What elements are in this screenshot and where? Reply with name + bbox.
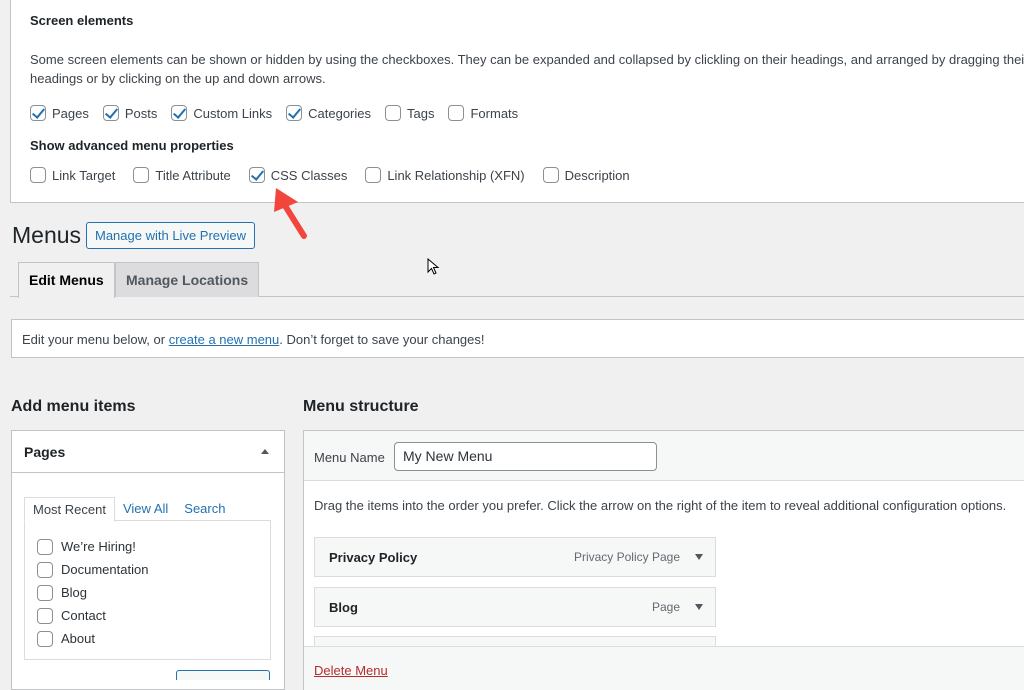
advanced-properties-checkboxes: Link Target Title Attribute CSS Classes … (30, 167, 644, 183)
checkbox-title-attribute[interactable]: Title Attribute (133, 167, 231, 183)
menu-item-type: Page (651, 600, 680, 614)
checkbox-label: Title Attribute (155, 167, 231, 183)
tab-edit-menus[interactable]: Edit Menus (18, 262, 115, 298)
list-item[interactable]: Blog (25, 581, 270, 604)
collapse-caret-icon[interactable] (261, 449, 269, 454)
edit-menu-notice: Edit your menu below, or create a new me… (11, 319, 1024, 358)
page-title: Menus (12, 222, 82, 248)
menu-item-title: Blog (329, 600, 358, 615)
page-label: About (61, 631, 95, 646)
tab-manage-locations[interactable]: Manage Locations (115, 262, 260, 297)
checkbox-description[interactable]: Description (542, 167, 630, 183)
annotation-arrow-icon (274, 188, 307, 239)
checkbox-description-box[interactable] (542, 167, 559, 183)
page-label: Blog (61, 585, 88, 600)
checkbox-posts[interactable]: Posts (102, 105, 158, 121)
pages-box-header[interactable]: Pages (12, 431, 284, 473)
menu-instructions: Drag the items into the order you prefer… (314, 498, 1007, 513)
checkbox-pages[interactable]: Pages (30, 105, 89, 121)
menu-structure-heading: Menu structure (303, 398, 419, 415)
list-item[interactable]: Documentation (25, 558, 270, 581)
checkbox-label: Custom Links (193, 105, 273, 121)
checkbox-label: CSS Classes (270, 167, 348, 183)
checkbox-title-attribute-box[interactable] (133, 167, 150, 183)
menu-item-title: Privacy Policy (329, 550, 418, 565)
checkbox-categories-box[interactable] (286, 105, 303, 121)
checkbox-tags[interactable]: Tags (385, 105, 434, 121)
tab-view-all[interactable]: View All (115, 497, 176, 522)
tab-most-recent[interactable]: Most Recent (24, 497, 115, 522)
checkbox-label: Tags (407, 105, 435, 121)
page-label: Contact (61, 608, 106, 623)
page-checkbox[interactable] (37, 630, 53, 647)
checkbox-label: Formats (470, 105, 519, 121)
delete-menu-link[interactable]: Delete Menu (314, 663, 388, 678)
checkbox-link-target[interactable]: Link Target (30, 167, 115, 183)
pages-box-title: Pages (24, 444, 66, 460)
checkbox-label: Categories (308, 105, 372, 121)
checkbox-tags-box[interactable] (385, 105, 402, 121)
pages-box-tabs: Most Recent View All Search (24, 497, 233, 522)
notice-text-after: . Don’t forget to save your changes! (279, 332, 485, 347)
tab-search[interactable]: Search (176, 497, 233, 522)
checkbox-label: Pages (52, 105, 89, 121)
screen-elements-description: Some screen elements can be shown or hid… (30, 52, 1024, 86)
page-checkbox[interactable] (37, 538, 53, 555)
page-label: We’re Hiring! (61, 539, 136, 554)
screen-elements-title: Screen elements (30, 13, 134, 28)
manage-live-preview-button[interactable]: Manage with Live Preview (86, 222, 256, 249)
menu-item-blog[interactable]: Blog Page (314, 587, 716, 627)
menu-item-type: Privacy Policy Page (573, 550, 680, 564)
menu-item-privacy-policy[interactable]: Privacy Policy Privacy Policy Page (314, 537, 716, 577)
create-new-menu-link[interactable]: create a new menu (169, 332, 280, 347)
checkbox-label: Description (564, 167, 630, 183)
screen-options-panel: Screen elements Some screen elements can… (10, 0, 1024, 203)
notice-text-before: Edit your menu below, or (22, 332, 169, 347)
expand-caret-icon[interactable] (695, 604, 703, 610)
menu-name-input[interactable]: My New Menu (394, 442, 657, 471)
page-checkbox[interactable] (37, 584, 53, 601)
most-recent-panel: We’re Hiring! Documentation Blog Contact… (24, 520, 271, 660)
checkbox-link-relationship[interactable]: Link Relationship (XFN) (365, 167, 525, 183)
page-checkbox[interactable] (37, 561, 53, 578)
checkbox-link-relationship-box[interactable] (365, 167, 382, 183)
checkbox-link-target-box[interactable] (30, 167, 46, 183)
list-item[interactable]: We’re Hiring! (25, 535, 270, 558)
checkbox-label: Posts (124, 105, 158, 121)
mouse-cursor-icon (427, 258, 440, 275)
checkbox-categories[interactable]: Categories (286, 105, 371, 121)
list-item[interactable]: Contact (25, 604, 270, 627)
expand-caret-icon[interactable] (695, 554, 703, 560)
page-checkbox[interactable] (37, 607, 53, 624)
advanced-properties-title: Show advanced menu properties (30, 138, 234, 153)
checkbox-label: Link Relationship (XFN) (387, 167, 525, 183)
checkbox-formats-box[interactable] (448, 105, 465, 121)
menu-structure-footer (304, 646, 1024, 690)
screen-elements-checkboxes: Pages Posts Custom Links Categories Tags… (30, 105, 532, 121)
checkbox-css-classes[interactable]: CSS Classes (248, 167, 348, 183)
checkbox-css-classes-box[interactable] (248, 167, 265, 183)
add-menu-items-heading: Add menu items (11, 398, 136, 415)
checkbox-custom-links-box[interactable] (171, 105, 188, 121)
checkbox-posts-box[interactable] (102, 105, 119, 121)
add-to-menu-button[interactable] (176, 670, 270, 680)
menu-name-label: Menu Name (314, 450, 385, 465)
checkbox-formats[interactable]: Formats (448, 105, 518, 121)
checkbox-custom-links[interactable]: Custom Links (171, 105, 272, 121)
checkbox-label: Link Target (52, 167, 116, 183)
list-item[interactable]: About (25, 627, 270, 650)
page-label: Documentation (61, 562, 149, 577)
checkbox-pages-box[interactable] (30, 105, 46, 121)
